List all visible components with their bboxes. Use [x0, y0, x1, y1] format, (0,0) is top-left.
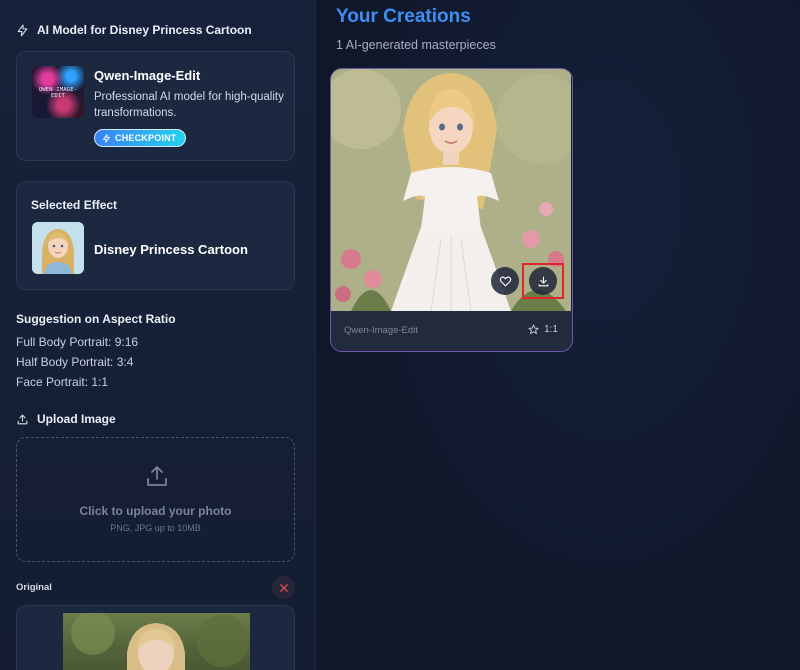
badge-label: CHECKPOINT: [115, 133, 177, 143]
aspect-ratio-title: Suggestion on Aspect Ratio: [16, 312, 176, 326]
upload-icon: [17, 414, 28, 424]
selected-effect-card[interactable]: Selected Effect Disney Princess Cartoon: [16, 181, 295, 290]
lightning-icon: [17, 24, 28, 36]
upload-arrow-icon: [147, 466, 167, 486]
download-highlight: [522, 263, 564, 299]
model-section-header: AI Model for Disney Princess Cartoon: [16, 23, 252, 37]
creation-footer: Qwen-Image-Edit 1:1: [331, 311, 572, 351]
effect-name: Disney Princess Cartoon: [94, 242, 248, 257]
page-subtitle: 1 AI-generated masterpieces: [336, 38, 496, 52]
effect-portrait-image: [32, 222, 84, 274]
creation-model-name: Qwen-Image-Edit: [344, 325, 418, 336]
effect-thumbnail: [32, 222, 84, 274]
aspect-ratio-face: Face Portrait: 1:1: [16, 375, 109, 389]
favorite-button[interactable]: [491, 267, 519, 295]
lightning-icon: [103, 133, 110, 143]
aspect-ratio-half-body: Half Body Portrait: 3:4: [16, 355, 134, 369]
close-icon: [279, 583, 288, 592]
remove-original-button[interactable]: [272, 576, 295, 599]
original-image-card: [16, 605, 295, 670]
page-title: Your Creations: [336, 6, 471, 27]
original-photo: [63, 613, 250, 670]
creation-card[interactable]: Qwen-Image-Edit 1:1: [330, 68, 573, 352]
aspect-ratio-full-body: Full Body Portrait: 9:16: [16, 335, 139, 349]
checkpoint-badge: CHECKPOINT: [94, 129, 186, 147]
star-icon: [528, 324, 539, 335]
upload-section-title: Upload Image: [37, 412, 116, 426]
creation-ratio: 1:1: [528, 324, 558, 335]
model-section-title: AI Model for Disney Princess Cartoon: [37, 23, 252, 37]
effect-title: Selected Effect: [31, 198, 118, 212]
model-card[interactable]: QWEN-IMAGE-EDIT Qwen-Image-Edit Professi…: [16, 51, 295, 161]
model-name: Qwen-Image-Edit: [94, 68, 201, 83]
heart-icon: [499, 276, 511, 286]
upload-main-text: Click to upload your photo: [79, 504, 232, 518]
upload-dropzone[interactable]: Click to upload your photo PNG, JPG up t…: [16, 437, 295, 562]
upload-section-header: Upload Image: [16, 412, 116, 426]
model-thumbnail-text: QWEN-IMAGE-EDIT: [38, 87, 78, 99]
original-label: Original: [16, 582, 52, 593]
sidebar: AI Model for Disney Princess Cartoon QWE…: [0, 0, 316, 670]
model-description: Professional AI model for high-quality t…: [94, 91, 284, 119]
creation-ratio-value: 1:1: [544, 324, 558, 335]
upload-sub-text: PNG, JPG up to 10MB: [110, 523, 201, 533]
main-content: Your Creations 1 AI-generated masterpiec…: [316, 0, 800, 670]
model-thumbnail: QWEN-IMAGE-EDIT: [32, 66, 84, 118]
